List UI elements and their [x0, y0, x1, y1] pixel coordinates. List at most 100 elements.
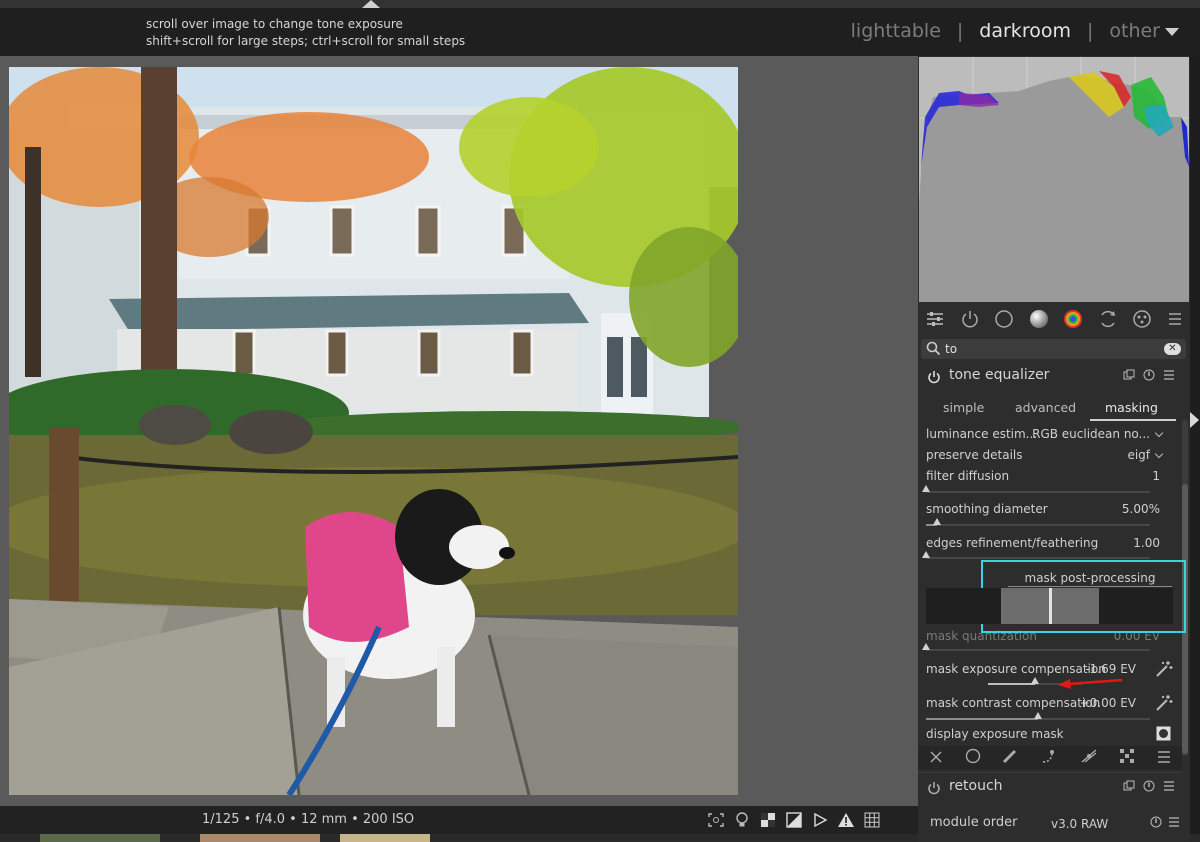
magic-wand-icon[interactable] [1155, 695, 1173, 715]
softproof-icon[interactable] [784, 809, 804, 831]
drawn-mask-circle-icon[interactable] [965, 748, 981, 768]
slider-track[interactable] [926, 518, 1150, 526]
reset-icon[interactable] [1150, 816, 1162, 832]
module-power-icon[interactable] [927, 780, 941, 799]
hint-text-line1: scroll over image to change tone exposur… [146, 17, 403, 31]
module-power-icon[interactable] [927, 369, 941, 388]
menu-icon[interactable] [1157, 749, 1171, 768]
views-dropdown-icon[interactable] [1165, 28, 1179, 36]
drawn-mask-path-icon[interactable] [1040, 748, 1058, 768]
param-label: filter diffusion [926, 469, 1010, 483]
multi-instance-icon[interactable] [1122, 368, 1136, 382]
module-title: retouch [949, 778, 1003, 794]
annotation-arrow-icon [1058, 678, 1123, 689]
reset-icon[interactable] [1142, 779, 1156, 793]
module-title: tone equalizer [949, 367, 1050, 383]
slider-fill [988, 683, 1035, 685]
slider-track[interactable] [922, 551, 1150, 559]
module-search[interactable]: to ✕ [921, 339, 1186, 359]
slider-track[interactable] [926, 712, 1150, 720]
effect-group-icon[interactable] [1132, 309, 1152, 333]
color-group-rainbow-icon[interactable] [1063, 309, 1083, 333]
module-order-value: v3.0 RAW [1051, 817, 1109, 831]
chevron-down-icon [1154, 449, 1164, 459]
param-value: RGB euclidean no... [1032, 427, 1150, 441]
tab-masking[interactable]: masking [1105, 400, 1158, 415]
magic-wand-icon[interactable] [1155, 661, 1173, 681]
param-label: luminance estim... [926, 427, 1038, 441]
quick-access-icon[interactable] [925, 309, 945, 333]
right-panel: to ✕ tone equalizer simple advanced mask… [918, 56, 1190, 842]
view-darkroom[interactable]: darkroom [979, 20, 1071, 42]
correct-group-icon[interactable] [1098, 309, 1118, 333]
mask-post-processing-title: mask post-processing [1024, 571, 1156, 585]
filmstrip-thumbnail[interactable] [40, 834, 160, 842]
presets-menu-icon[interactable] [1167, 311, 1183, 331]
param-label: preserve details [926, 448, 1023, 462]
view-lighttable[interactable]: lighttable [851, 20, 941, 42]
drawn-mask-gradient-icon[interactable] [1080, 748, 1098, 768]
presets-icon[interactable] [1168, 816, 1180, 832]
search-input[interactable]: to [945, 342, 957, 356]
clear-search-icon[interactable]: ✕ [1164, 343, 1181, 355]
warning-icon[interactable] [836, 809, 856, 831]
mask-post-processing-bar[interactable] [926, 588, 1173, 624]
active-tab-indicator [1090, 419, 1176, 421]
center-view [0, 56, 918, 806]
param-label: edges refinement/feathering [926, 536, 1099, 550]
close-icon[interactable] [929, 749, 943, 768]
multi-instance-icon[interactable] [1122, 779, 1136, 793]
param-value: 5.00% [1121, 502, 1160, 516]
presets-icon[interactable] [1162, 368, 1176, 382]
filmstrip-thumbnail[interactable] [200, 834, 320, 842]
tone-group-sphere-icon[interactable] [1029, 309, 1049, 333]
param-value: +0.00 EV [1079, 696, 1136, 710]
mask-toggle-icon[interactable] [1156, 726, 1171, 745]
mask-histogram-marker[interactable] [1049, 588, 1052, 624]
slider-track[interactable] [922, 485, 1150, 493]
slider-marker[interactable] [1031, 677, 1039, 684]
collapse-right-panel-arrow-icon[interactable] [1190, 412, 1199, 428]
gamut-check-icon[interactable] [810, 809, 830, 831]
param-label: display exposure mask [926, 727, 1064, 741]
param-value: eigf [1127, 448, 1150, 462]
guides-grid-icon[interactable] [862, 809, 882, 831]
histogram[interactable] [919, 57, 1189, 302]
top-panel-edge[interactable] [0, 0, 1200, 8]
slider-track[interactable] [922, 643, 1150, 651]
param-value: 1 [1152, 469, 1160, 483]
view-switcher: lighttable | darkroom | other [851, 20, 1160, 42]
view-separator: | [956, 20, 964, 42]
module-order[interactable]: module order v3.0 RAW [918, 811, 1182, 839]
param-value: 1.00 [1133, 536, 1160, 550]
tone-equalizer-header[interactable]: tone equalizer [918, 362, 1182, 390]
param-label: mask contrast compensation [926, 696, 1101, 710]
view-separator: | [1086, 20, 1094, 42]
main-photo[interactable] [9, 67, 738, 795]
slider-fill [926, 718, 1038, 720]
color-assessment-icon[interactable] [758, 809, 778, 831]
drawn-mask-brush-icon[interactable] [1002, 748, 1018, 768]
base-group-circle-icon[interactable] [994, 309, 1014, 333]
reset-icon[interactable] [1142, 368, 1156, 382]
retouch-header[interactable]: retouch [918, 772, 1182, 800]
slider-marker[interactable] [922, 551, 930, 558]
hint-text-line2: shift+scroll for large steps; ctrl+scrol… [146, 34, 466, 48]
slider-marker[interactable] [922, 643, 930, 650]
focus-peaking-icon[interactable] [706, 809, 726, 831]
tab-simple[interactable]: simple [943, 400, 984, 415]
filmstrip-thumbnail[interactable] [340, 834, 430, 842]
view-other[interactable]: other [1109, 20, 1160, 42]
tab-advanced[interactable]: advanced [1015, 400, 1076, 415]
lightbulb-icon[interactable] [732, 809, 752, 831]
module-order-label: module order [930, 815, 1018, 830]
slider-marker[interactable] [922, 485, 930, 492]
presets-icon[interactable] [1162, 779, 1176, 793]
collapse-top-panel-arrow-icon[interactable] [362, 0, 380, 8]
module-group-tabs [918, 306, 1190, 336]
parametric-mask-icon[interactable] [1119, 748, 1135, 768]
slider-marker[interactable] [933, 518, 942, 525]
active-modules-power-icon[interactable] [960, 309, 980, 333]
tone-equalizer-tabs: simple advanced masking [918, 397, 1182, 421]
slider-marker[interactable] [1034, 712, 1042, 719]
